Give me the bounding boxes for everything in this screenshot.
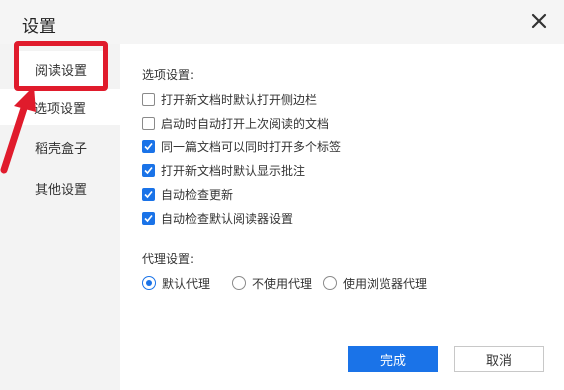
radio-default-proxy[interactable]: 默认代理 xyxy=(142,274,210,292)
radio-label: 不使用代理 xyxy=(252,276,313,291)
sidebar-item-label: 阅读设置 xyxy=(34,63,87,79)
check-icon xyxy=(144,214,153,222)
sidebar-item-label: 其他设置 xyxy=(34,182,87,198)
check-icon xyxy=(144,190,153,198)
checkbox-auto-update[interactable]: 自动检查更新 xyxy=(142,185,233,203)
done-button[interactable]: 完成 xyxy=(348,346,438,372)
settings-sidebar: 阅读设置 选项设置 稻壳盒子 其他设置 xyxy=(0,44,120,390)
radio-browser-proxy[interactable]: 使用浏览器代理 xyxy=(323,274,427,292)
checkbox-box[interactable] xyxy=(142,163,155,177)
radio-no-proxy[interactable]: 不使用代理 xyxy=(232,274,312,292)
checkbox-label: 启动时自动打开上次阅读的文档 xyxy=(161,116,330,131)
checkbox-reopen-last-document[interactable]: 启动时自动打开上次阅读的文档 xyxy=(142,114,329,132)
checkbox-label: 打开新文档时默认显示批注 xyxy=(161,163,306,178)
cancel-button[interactable]: 取消 xyxy=(454,346,544,372)
checkbox-box[interactable] xyxy=(142,116,155,130)
dialog-title: 设置 xyxy=(22,17,56,37)
sidebar-item-other-settings[interactable]: 其他设置 xyxy=(14,170,108,206)
proxy-section-label: 代理设置: xyxy=(142,252,195,266)
checkbox-label: 打开新文档时默认打开侧边栏 xyxy=(161,92,318,107)
close-icon[interactable] xyxy=(526,8,552,34)
sidebar-item-daoke-box[interactable]: 稻壳盒子 xyxy=(14,129,108,165)
checkbox-box[interactable] xyxy=(142,139,155,153)
checkbox-label: 自动检查默认阅读器设置 xyxy=(161,211,294,226)
checkbox-box[interactable] xyxy=(142,187,155,201)
check-icon xyxy=(144,166,153,174)
radio-label: 默认代理 xyxy=(162,276,211,291)
sidebar-item-label: 稻壳盒子 xyxy=(34,141,87,157)
checkbox-show-annotations[interactable]: 打开新文档时默认显示批注 xyxy=(142,161,305,179)
options-section-label: 选项设置: xyxy=(142,68,195,82)
checkbox-box[interactable] xyxy=(142,211,155,225)
checkbox-box[interactable] xyxy=(142,92,155,106)
radio-label: 使用浏览器代理 xyxy=(343,276,428,291)
sidebar-item-option-settings[interactable]: 选项设置 xyxy=(0,89,120,125)
checkbox-label: 自动检查更新 xyxy=(161,187,234,202)
radio-button[interactable] xyxy=(142,276,156,290)
radio-button[interactable] xyxy=(232,276,246,290)
settings-content: 选项设置: 打开新文档时默认打开侧边栏 启动时自动打开上次阅读的文档 同一篇文档… xyxy=(120,44,564,390)
checkbox-label: 同一篇文档可以同时打开多个标签 xyxy=(161,139,342,154)
checkbox-default-reader-check[interactable]: 自动检查默认阅读器设置 xyxy=(142,209,293,227)
radio-button[interactable] xyxy=(323,276,337,290)
title-bar: 设置 xyxy=(0,0,564,44)
checkbox-multiple-tabs[interactable]: 同一篇文档可以同时打开多个标签 xyxy=(142,137,341,155)
checkbox-open-sidebar[interactable]: 打开新文档时默认打开侧边栏 xyxy=(142,90,317,108)
sidebar-item-reading-settings[interactable]: 阅读设置 xyxy=(14,51,108,87)
check-icon xyxy=(144,142,153,150)
sidebar-item-label: 选项设置 xyxy=(33,101,86,117)
